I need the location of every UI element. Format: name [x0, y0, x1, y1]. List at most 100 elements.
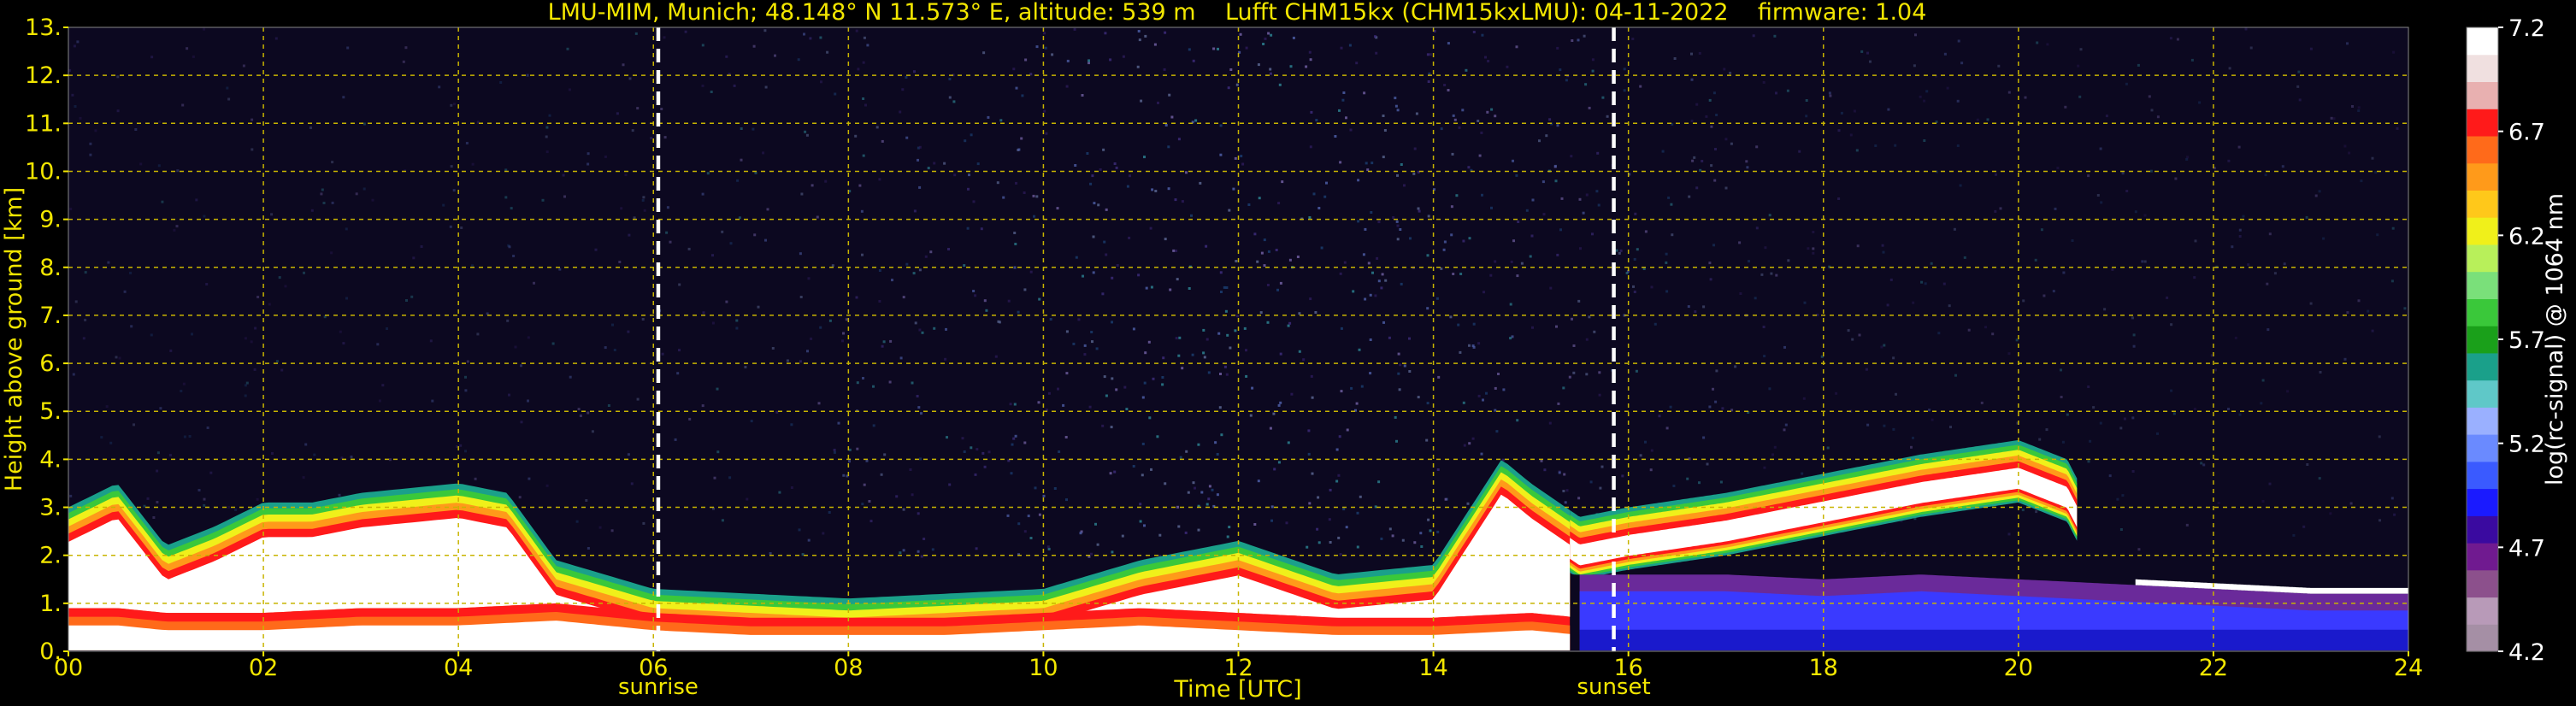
noise-speck [1565, 79, 1568, 82]
noise-speck [2131, 470, 2135, 473]
noise-speck [983, 465, 987, 468]
noise-speck [1458, 126, 1461, 129]
noise-speck [604, 346, 607, 350]
noise-speck [1798, 150, 1801, 153]
noise-speck [116, 75, 120, 79]
noise-speck [2132, 344, 2136, 348]
noise-speck [1109, 472, 1112, 475]
noise-speck [1176, 278, 1179, 281]
ceilometer-chart: LMU-MIM, Munich; 48.148° N 11.573° E, al… [0, 0, 2576, 706]
noise-speck [752, 44, 756, 48]
noise-speck [831, 264, 834, 268]
noise-speck [919, 457, 922, 461]
noise-speck [1559, 68, 1562, 72]
noise-speck [2306, 463, 2309, 466]
noise-speck [2267, 328, 2270, 332]
noise-speck [514, 345, 517, 349]
noise-speck [1712, 91, 1716, 95]
noise-speck [1699, 168, 1702, 172]
noise-speck [976, 162, 980, 166]
noise-speck [1399, 228, 1402, 231]
noise-speck [1285, 521, 1288, 525]
noise-speck [1745, 160, 1748, 163]
noise-speck [1290, 392, 1294, 396]
noise-speck [1572, 344, 1576, 347]
noise-speck [1399, 363, 1402, 367]
noise-speck [474, 477, 477, 480]
noise-speck [1565, 489, 1569, 492]
noise-speck [2371, 156, 2374, 160]
noise-speck [1348, 44, 1352, 47]
noise-speck [740, 127, 743, 130]
noise-speck [2143, 214, 2147, 217]
noise-speck [1219, 124, 1223, 127]
noise-speck [790, 486, 793, 489]
noise-speck [1384, 279, 1388, 282]
colorbar-swatch [2467, 569, 2498, 598]
noise-speck [1783, 345, 1786, 349]
noise-speck [1397, 352, 1400, 356]
noise-speck [1408, 337, 1411, 340]
noise-speck [1141, 396, 1145, 399]
noise-speck [1380, 537, 1383, 540]
noise-speck [1739, 292, 1742, 295]
noise-speck [966, 227, 970, 230]
noise-speck [1578, 197, 1582, 201]
noise-speck [548, 114, 551, 117]
noise-speck [2170, 389, 2173, 392]
noise-speck [150, 333, 153, 337]
noise-speck [1734, 365, 1737, 368]
noise-speck [633, 216, 636, 220]
noise-speck [1480, 131, 1483, 134]
noise-speck [888, 380, 892, 384]
noise-speck [1033, 215, 1035, 218]
noise-speck [84, 271, 87, 274]
noise-speck [2156, 115, 2160, 119]
noise-speck [1287, 324, 1290, 327]
noise-speck [1150, 468, 1152, 471]
noise-speck [1103, 375, 1106, 379]
colorbar-tick-label: 4.2 [2508, 639, 2545, 666]
noise-speck [862, 154, 865, 157]
noise-speck [1840, 111, 1843, 115]
noise-speck [1272, 412, 1276, 415]
noise-speck [460, 227, 463, 229]
noise-speck [1132, 327, 1135, 331]
noise-speck [1345, 526, 1348, 529]
noise-speck [1392, 216, 1395, 219]
noise-speck [1027, 515, 1030, 518]
noise-speck [1051, 53, 1054, 56]
noise-speck [345, 297, 348, 300]
noise-speck [591, 430, 594, 433]
noise-speck [1260, 251, 1264, 255]
annotation-label: sunrise [618, 674, 699, 700]
noise-speck [1549, 286, 1553, 290]
noise-speck [1023, 288, 1027, 291]
noise-speck [636, 397, 640, 401]
noise-speck [1245, 46, 1248, 50]
noise-speck [985, 309, 988, 312]
noise-speck [1308, 216, 1312, 219]
noise-speck [1435, 297, 1439, 300]
noise-speck [725, 300, 728, 303]
noise-speck [678, 349, 681, 352]
noise-speck [1770, 272, 1773, 275]
noise-speck [168, 454, 172, 456]
noise-speck [1930, 262, 1933, 265]
noise-speck [2087, 460, 2090, 463]
noise-speck [1763, 355, 1766, 358]
noise-speck [2043, 294, 2046, 297]
noise-speck [1317, 207, 1321, 209]
noise-speck [1949, 426, 1952, 429]
y-tick-label: 8. [39, 255, 62, 281]
noise-speck [1708, 262, 1712, 265]
noise-speck [2066, 413, 2069, 416]
noise-speck [139, 162, 143, 166]
noise-speck [1015, 86, 1018, 90]
colorbar-swatch [2467, 271, 2498, 299]
noise-speck [2038, 438, 2042, 441]
noise-speck [1564, 501, 1567, 504]
noise-speck [342, 342, 345, 345]
noise-speck [1437, 375, 1441, 379]
noise-speck [242, 64, 245, 68]
